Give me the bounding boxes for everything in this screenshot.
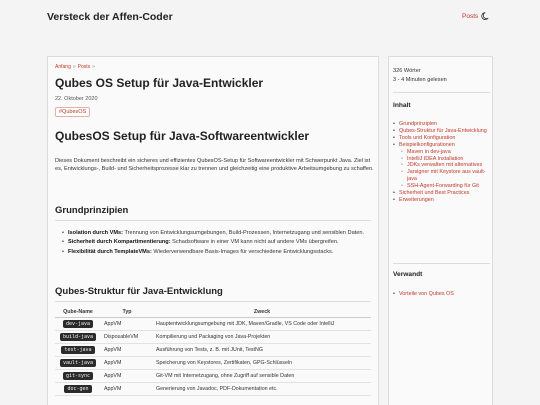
breadcrumb: Anfang» Posts» [55, 64, 97, 70]
word-count: 326 Wörter [393, 68, 421, 74]
qube-type: AppVM [101, 356, 153, 370]
sidebar: 326 Wörter 3 - 4 Minuten gelesen Inhalt … [388, 56, 493, 405]
qube-type: AppVM [101, 317, 153, 331]
qube-purpose: Generierung von Javadoc, PDF-Dokumentati… [153, 382, 371, 396]
related-list: Vorteile von Qubes OS [393, 291, 454, 297]
list-item-text: Wiederverwendbare Basis-Images für versc… [151, 248, 334, 255]
breadcrumb-separator: » [92, 64, 95, 70]
reading-time: 3 - 4 Minuten gelesen [393, 77, 447, 83]
qube-type: AppVM [101, 369, 153, 383]
intro-paragraph: Dieses Dokument beschreibt ein sicheres … [55, 158, 374, 173]
qube-purpose: Kompilierung und Packaging von Java-Proj… [153, 330, 371, 344]
sidebar-divider [393, 92, 490, 93]
qube-name-code: dev-java [62, 319, 94, 328]
toc-link[interactable]: Qubes-Struktur für Java-Entwicklung [399, 128, 487, 134]
toc-item[interactable]: Grundprinzipien [393, 121, 493, 128]
toc-subitem[interactable]: Maven in dev-java [393, 149, 493, 156]
breadcrumb-separator: » [72, 64, 76, 70]
list-item: Flexibilität durch TemplateVMs: Wiederve… [62, 248, 376, 257]
toc-link[interactable]: Tools und Konfiguration [399, 135, 455, 141]
toc-link[interactable]: Sicherheit und Best Practices [399, 190, 469, 196]
table-row: build-java DisposableVM Kompilierung und… [55, 330, 371, 344]
toc-item[interactable]: Beispielkonfigurationen [393, 142, 493, 149]
table-of-contents: Grundprinzipien Qubes-Struktur für Java-… [393, 121, 493, 204]
table-row: dev-java AppVM Hauptentwicklungsumgebung… [55, 317, 371, 331]
breadcrumb-home-link[interactable]: Anfang [55, 64, 71, 70]
qube-purpose: Speicherung von Keystores, Zertifikaten,… [153, 356, 371, 370]
toc-item[interactable]: Sicherheit und Best Practices [393, 190, 493, 197]
post-meta: 326 Wörter 3 - 4 Minuten gelesen [393, 67, 447, 85]
qube-name-code: doc-gen [64, 384, 92, 393]
toc-link[interactable]: JDKs verwalten mit alternatives [407, 162, 482, 168]
toc-link[interactable]: Grundprinzipien [399, 121, 437, 127]
list-item: Isolation durch VMs: Trennung von Entwic… [62, 229, 376, 238]
table-row: doc-gen AppVM Generierung von Javadoc, P… [55, 382, 371, 396]
principles-list: Isolation durch VMs: Trennung von Entwic… [62, 229, 376, 257]
toc-heading: Inhalt [393, 102, 411, 109]
toc-link[interactable]: SSH-Agent-Forwarding für Git [407, 183, 479, 189]
table-row: vault-java AppVM Speicherung von Keystor… [55, 356, 371, 370]
breadcrumb-posts-link[interactable]: Posts [78, 64, 91, 70]
list-item-label: Flexibilität durch TemplateVMs: [68, 248, 152, 255]
qube-purpose: Git-VM mit Internetzugang, ohne Zugriff … [153, 369, 371, 383]
nav-posts-link[interactable]: Posts [462, 13, 478, 20]
list-item-text: Trennung von Entwicklungsumgebungen, Bui… [123, 230, 365, 236]
qube-type: DisposableVM [101, 330, 153, 344]
related-link[interactable]: Vorteile von Qubes OS [399, 291, 454, 297]
qube-name-code: test-java [61, 345, 95, 354]
toc-subitem[interactable]: SSH-Agent-Forwarding für Git [393, 183, 493, 190]
toc-link[interactable]: Jarsigner mit Keystore aus vault-java [407, 169, 486, 182]
list-item-text: Schadsoftware in einer VM kann nicht auf… [170, 239, 339, 246]
related-item[interactable]: Vorteile von Qubes OS [393, 291, 454, 297]
list-item-label: Isolation durch VMs: [68, 230, 124, 236]
column-header: Zweck [153, 307, 371, 318]
qubes-table: Qube-Name Typ Zweck dev-java AppVM Haupt… [55, 307, 371, 396]
table-header-row: Qube-Name Typ Zweck [55, 307, 371, 318]
toc-link[interactable]: Beispielkonfigurationen [399, 142, 455, 148]
toc-item[interactable]: Tools und Konfiguration [393, 135, 493, 142]
moon-icon[interactable] [481, 11, 491, 21]
toc-link[interactable]: IntelliJ IDEA Installation [407, 156, 463, 162]
qube-type: AppVM [101, 382, 153, 396]
toc-subitem[interactable]: JDKs verwalten mit alternatives [393, 162, 493, 169]
toc-item[interactable]: Erweiterungen [393, 197, 493, 204]
article-panel: Anfang» Posts» Qubes OS Setup für Java-En… [47, 56, 379, 405]
toc-link[interactable]: Maven in dev-java [407, 149, 451, 155]
column-header: Qube-Name [55, 307, 101, 318]
toc-subitem[interactable]: IntelliJ IDEA Installation [393, 156, 493, 163]
tag-link[interactable]: #QubesOS [55, 107, 91, 117]
post-title: Qubes OS Setup für Java-Entwickler [55, 76, 264, 90]
toc-subitem[interactable]: Jarsigner mit Keystore aus vault-java [393, 169, 493, 183]
section-divider [55, 220, 371, 221]
section-heading-grundprinzipien: Grundprinzipien [55, 205, 129, 216]
list-item: Sicherheit durch Kompartimentierung: Sch… [62, 238, 376, 247]
list-item-label: Sicherheit durch Kompartimentierung: [68, 239, 171, 246]
qube-type: AppVM [101, 343, 153, 357]
column-header: Typ [101, 307, 153, 318]
site-title-link[interactable]: Versteck der Affen-Coder [47, 11, 173, 23]
post-date: 22. Oktober 2020 [55, 96, 98, 102]
table-row: git-sync AppVM Git-VM mit Internetzugang… [55, 369, 371, 383]
article-heading: QubesOS Setup für Java-Softwareentwickle… [55, 129, 310, 143]
table-row: test-java AppVM Ausführung von Tests, z.… [55, 343, 371, 357]
qube-purpose: Hauptentwicklungsumgebung mit JDK, Maven… [153, 317, 371, 331]
qube-name-code: build-java [59, 332, 97, 341]
top-bar: Versteck der Affen-Coder Posts [0, 0, 540, 36]
qube-name-code: git-sync [62, 371, 94, 380]
section-heading-qubes-struktur: Qubes-Struktur für Java-Entwicklung [55, 286, 223, 297]
sidebar-divider [393, 263, 490, 264]
toc-item[interactable]: Qubes-Struktur für Java-Entwicklung [393, 128, 493, 135]
qube-purpose: Ausführung von Tests, z. B. mit JUnit, T… [153, 343, 371, 357]
toc-link[interactable]: Erweiterungen [399, 197, 434, 203]
qube-name-code: vault-java [59, 358, 97, 367]
section-divider [55, 301, 371, 302]
related-heading: Verwandt [393, 271, 423, 278]
